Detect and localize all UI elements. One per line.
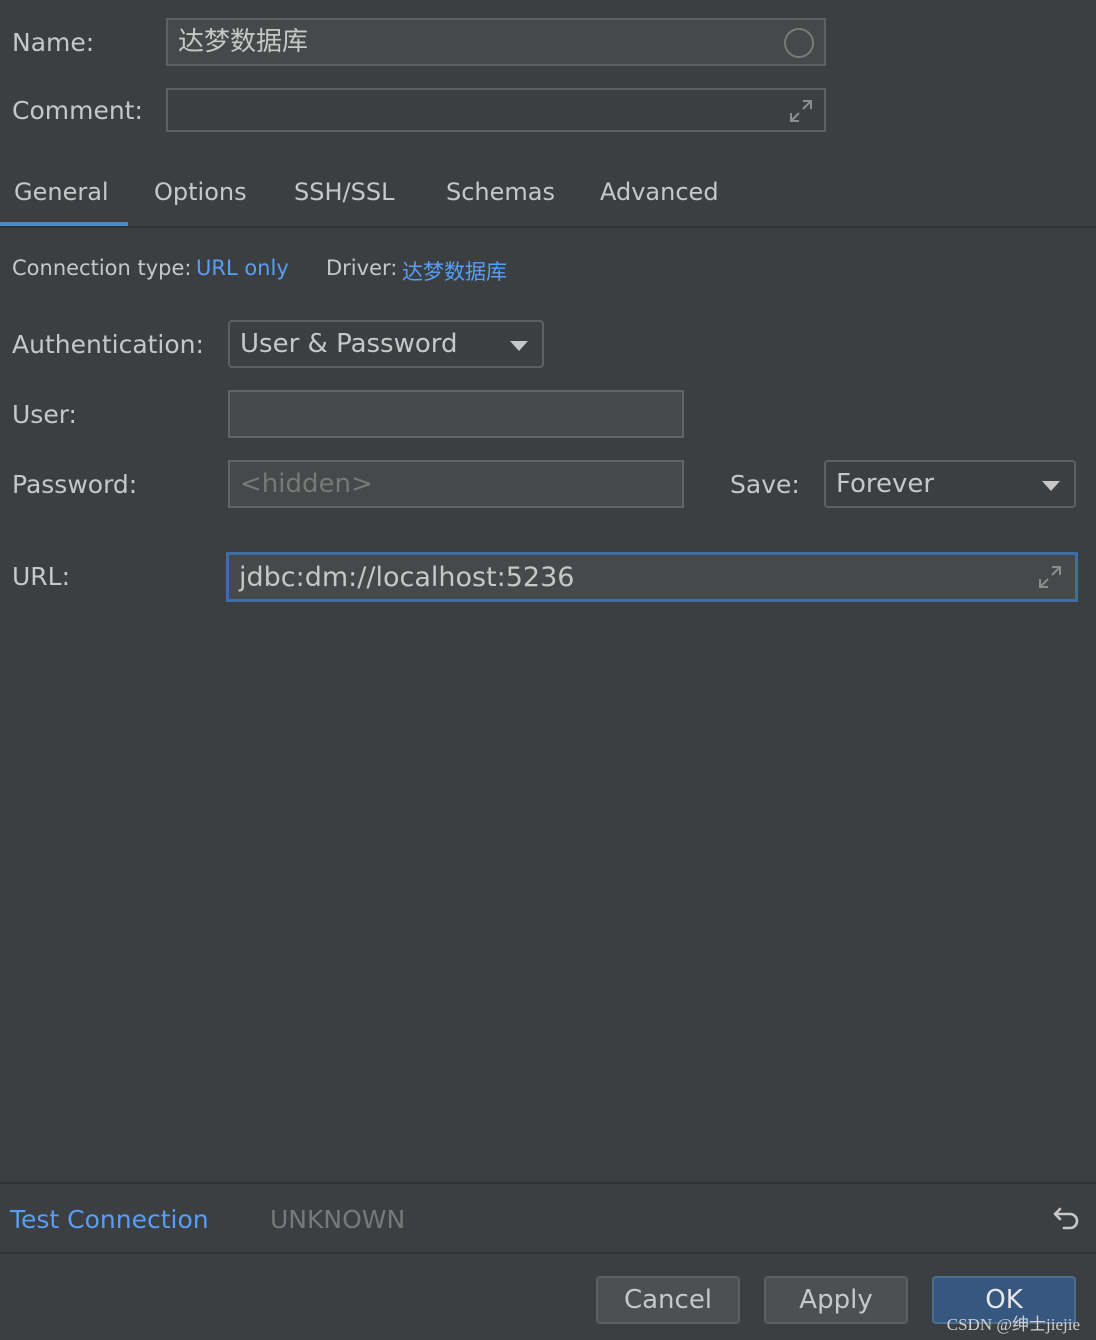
tab-schemas[interactable]: Schemas <box>446 180 555 204</box>
authentication-label: Authentication: <box>12 330 204 359</box>
save-select[interactable]: Forever <box>824 460 1076 508</box>
tab-general[interactable]: General <box>14 180 109 204</box>
tab-options[interactable]: Options <box>154 180 247 204</box>
url-label: URL: <box>12 562 71 591</box>
connection-type-label: Connection type: <box>12 256 192 280</box>
name-input[interactable]: 达梦数据库 <box>166 18 826 66</box>
status-divider-bottom <box>0 1252 1096 1254</box>
url-input[interactable]: jdbc:dm://localhost:5236 <box>226 552 1078 602</box>
password-input[interactable]: <hidden> <box>228 460 684 508</box>
comment-input[interactable] <box>166 88 826 132</box>
chevron-down-icon <box>510 341 528 351</box>
driver-label: Driver: <box>326 256 398 280</box>
chevron-down-icon <box>1042 481 1060 491</box>
cancel-button[interactable]: Cancel <box>596 1276 740 1324</box>
password-label: Password: <box>12 470 138 499</box>
expand-icon[interactable] <box>1037 564 1063 590</box>
name-value: 达梦数据库 <box>178 27 309 57</box>
url-value: jdbc:dm://localhost:5236 <box>239 561 575 593</box>
tab-divider <box>0 226 1096 228</box>
save-value: Forever <box>836 469 935 499</box>
connection-status: UNKNOWN <box>270 1205 406 1234</box>
authentication-value: User & Password <box>240 329 458 359</box>
password-placeholder: <hidden> <box>240 469 373 499</box>
color-circle-icon[interactable] <box>784 28 814 58</box>
user-label: User: <box>12 400 77 429</box>
watermark: CSDN @绅士jiejie <box>946 1315 1080 1334</box>
name-label: Name: <box>12 28 95 57</box>
save-label: Save: <box>730 470 800 499</box>
user-input[interactable] <box>228 390 684 438</box>
test-connection-link[interactable]: Test Connection <box>10 1205 209 1234</box>
undo-icon[interactable] <box>1052 1203 1082 1233</box>
tab-advanced[interactable]: Advanced <box>600 180 719 204</box>
connection-type-link[interactable]: URL only <box>196 256 289 280</box>
comment-label: Comment: <box>12 96 143 125</box>
apply-button[interactable]: Apply <box>764 1276 908 1324</box>
authentication-select[interactable]: User & Password <box>228 320 544 368</box>
expand-icon[interactable] <box>788 98 814 124</box>
status-divider-top <box>0 1182 1096 1184</box>
driver-link[interactable]: 达梦数据库 <box>402 256 507 286</box>
tab-ssh-ssl[interactable]: SSH/SSL <box>294 180 394 204</box>
